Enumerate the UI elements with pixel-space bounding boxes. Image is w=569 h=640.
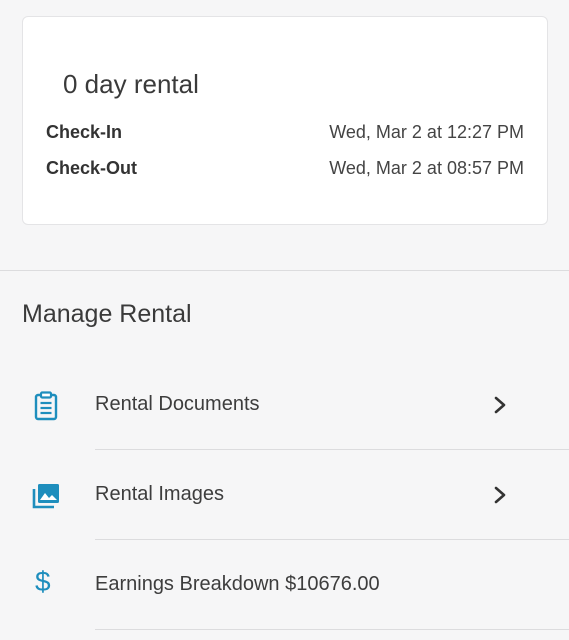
earnings-breakdown-item[interactable]: $ Earnings Breakdown $10676.00 [0, 540, 569, 630]
rental-duration-title: 0 day rental [63, 69, 199, 99]
rental-images-item[interactable]: Rental Images [0, 450, 569, 540]
manage-rental-heading: Manage Rental [22, 300, 192, 328]
section-divider [0, 270, 569, 271]
checkout-value: Wed, Mar 2 at 08:57 PM [329, 158, 524, 178]
rental-images-label: Rental Images [95, 483, 224, 505]
chevron-right-icon [494, 486, 506, 504]
checkin-row: Check-In Wed, Mar 2 at 12:27 PM [46, 122, 524, 143]
earnings-breakdown-label: Earnings Breakdown $10676.00 [95, 573, 380, 595]
checkin-value: Wed, Mar 2 at 12:27 PM [329, 122, 524, 142]
dollar-icon: $ [35, 566, 51, 597]
rental-summary-card: 0 day rental Check-In Wed, Mar 2 at 12:2… [22, 16, 548, 225]
clipboard-icon [34, 391, 58, 421]
checkin-label: Check-In [46, 122, 123, 142]
item-separator [95, 629, 569, 630]
checkout-label: Check-Out [46, 158, 138, 178]
checkout-row: Check-Out Wed, Mar 2 at 08:57 PM [46, 158, 524, 179]
rental-documents-item[interactable]: Rental Documents [0, 360, 569, 450]
rental-documents-label: Rental Documents [95, 393, 260, 415]
images-icon [32, 484, 59, 509]
chevron-right-icon [494, 396, 506, 414]
